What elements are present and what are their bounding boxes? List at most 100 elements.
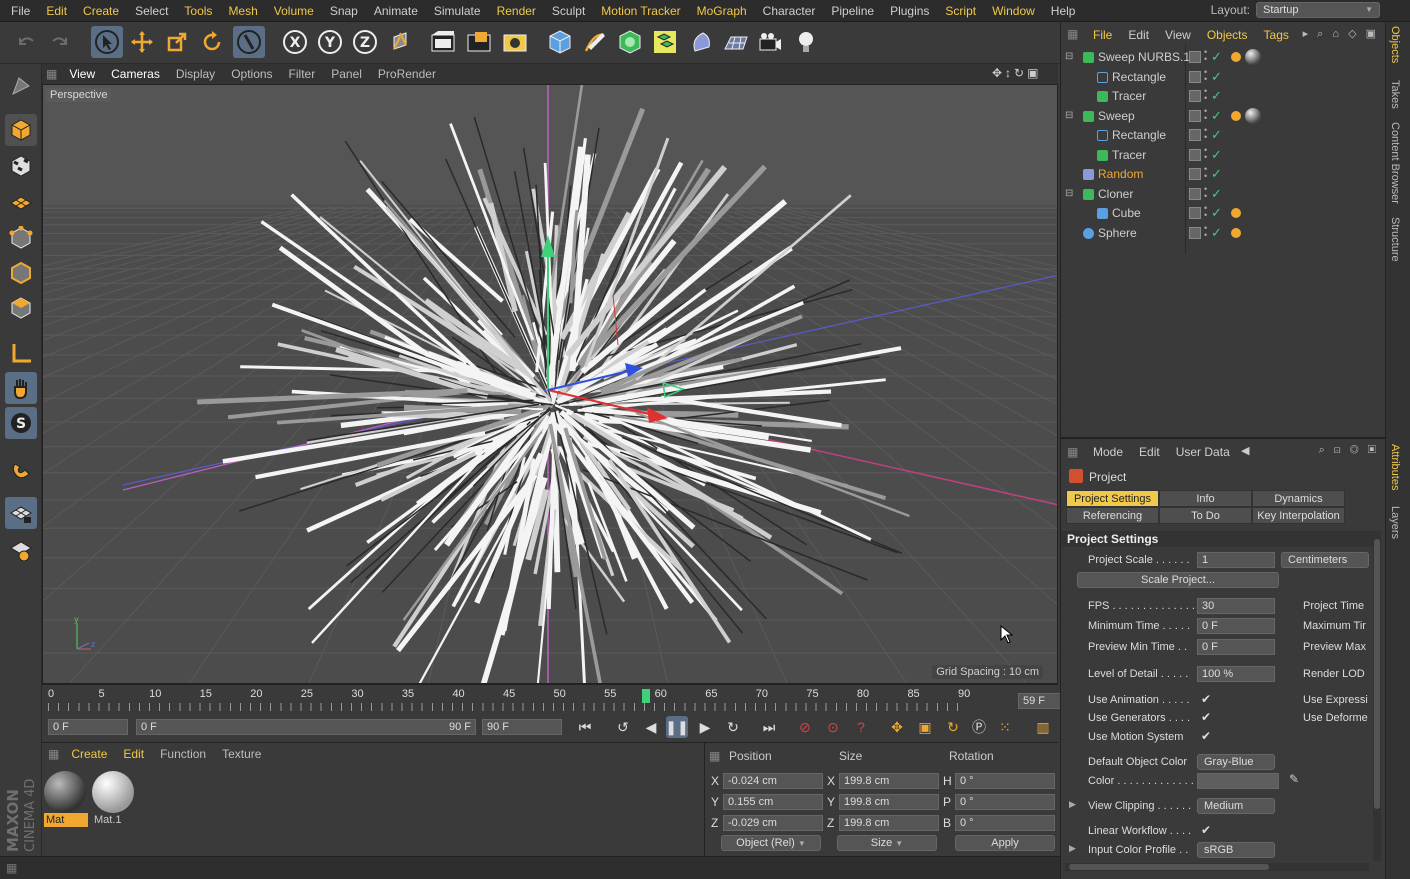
- apply-button[interactable]: Apply: [955, 835, 1055, 851]
- goto-start-icon[interactable]: ⏮: [574, 716, 596, 738]
- menu-create[interactable]: Create: [75, 0, 127, 22]
- tab-dynamics[interactable]: Dynamics: [1252, 490, 1345, 507]
- enabled-check-icon[interactable]: ✓: [1211, 205, 1222, 221]
- pause-icon[interactable]: ❚❚: [665, 716, 689, 738]
- move-tool-icon[interactable]: [126, 26, 158, 58]
- x-axis-lock-icon[interactable]: X: [279, 26, 311, 58]
- material-tag-icon[interactable]: [1245, 107, 1261, 124]
- tab-to-do[interactable]: To Do: [1159, 507, 1252, 524]
- rotation-field[interactable]: 0 °: [955, 815, 1055, 831]
- spline-pen-icon[interactable]: [579, 26, 611, 58]
- layer-icon[interactable]: [1189, 129, 1201, 141]
- keyframe-selection-icon[interactable]: ?: [850, 716, 872, 738]
- menu-sculpt[interactable]: Sculpt: [544, 0, 593, 22]
- tab-project-settings[interactable]: Project Settings: [1066, 490, 1159, 507]
- texture-mode-icon[interactable]: [5, 150, 37, 182]
- layer-icon[interactable]: [1189, 70, 1201, 83]
- menu-character[interactable]: Character: [755, 0, 824, 22]
- visibility-dots-icon[interactable]: • •: [1204, 223, 1207, 239]
- object-menu-file[interactable]: File: [1085, 28, 1120, 42]
- expand-arrow-icon[interactable]: ▶: [1069, 799, 1076, 810]
- object-manager-toolbar-icons[interactable]: ▸ ⌕ ⌂ ◇ ▣: [1303, 27, 1379, 41]
- timeline-ruler[interactable]: 0 5 10 15 20 25 30 35 40 45 50 55 60 65 70 75 80 85 90 59 …: [42, 684, 1098, 713]
- menu-select[interactable]: Select: [127, 0, 176, 22]
- enabled-check-icon[interactable]: ✓: [1211, 69, 1222, 85]
- menu-plugins[interactable]: Plugins: [882, 0, 937, 22]
- tag-icon[interactable]: [1231, 208, 1241, 218]
- visibility-dots-icon[interactable]: • •: [1204, 67, 1207, 83]
- visibility-dots-icon[interactable]: • •: [1204, 48, 1207, 64]
- visibility-dots-icon[interactable]: • •: [1204, 145, 1207, 161]
- goto-next-key-icon[interactable]: ↻: [722, 716, 744, 738]
- enabled-check-icon[interactable]: ✓: [1211, 147, 1222, 163]
- size-field[interactable]: 199.8 cm: [839, 794, 939, 810]
- layer-icon[interactable]: [1189, 90, 1201, 102]
- redo-icon[interactable]: [44, 26, 76, 58]
- size-field[interactable]: 199.8 cm: [839, 815, 939, 831]
- timeline-window-icon[interactable]: ▥: [1032, 716, 1054, 738]
- layer-icon[interactable]: [1189, 109, 1201, 122]
- snapping-icon[interactable]: S: [5, 407, 37, 439]
- render-region-icon[interactable]: [463, 26, 495, 58]
- position-field[interactable]: -0.029 cm: [723, 815, 823, 831]
- eyedropper-icon[interactable]: ✎: [1289, 772, 1299, 786]
- object-row[interactable]: ⊟ Sweep NURBS.1 • • ✓: [1061, 48, 1386, 67]
- material-menu-edit[interactable]: Edit: [115, 747, 152, 761]
- undo-icon[interactable]: [10, 26, 42, 58]
- coordinate-system-icon[interactable]: [385, 26, 417, 58]
- end-frame-field[interactable]: 90 F: [482, 719, 562, 735]
- object-row[interactable]: Rectangle • • ✓: [1061, 67, 1386, 87]
- workplane-mode-icon[interactable]: [5, 185, 37, 217]
- preview-range-slider[interactable]: 0 F 90 F: [136, 719, 476, 735]
- make-editable-icon[interactable]: [5, 70, 37, 102]
- rotate-tool-icon[interactable]: [196, 26, 228, 58]
- collapse-icon[interactable]: ⊟: [1065, 188, 1073, 199]
- tag-icon[interactable]: [1231, 52, 1241, 62]
- menu-render[interactable]: Render: [489, 0, 544, 22]
- use-animation-checkbox[interactable]: ✔: [1201, 692, 1211, 706]
- render-view-icon[interactable]: [427, 26, 459, 58]
- cube-primitive-icon[interactable]: [544, 26, 576, 58]
- minimum-time-field[interactable]: 0 F: [1197, 618, 1275, 634]
- points-mode-icon[interactable]: [5, 222, 37, 254]
- enabled-check-icon[interactable]: ✓: [1211, 225, 1222, 241]
- viewport-menu-cameras[interactable]: Cameras: [103, 67, 168, 81]
- scale-project-button[interactable]: Scale Project...: [1077, 572, 1279, 588]
- attribute-scrollbar[interactable]: [1373, 531, 1381, 861]
- position-field[interactable]: 0.155 cm: [723, 794, 823, 810]
- attribute-menu-user-data[interactable]: User Data: [1168, 445, 1238, 459]
- material-swatch[interactable]: Mat: [44, 771, 88, 827]
- tab-key-interpolation[interactable]: Key Interpolation: [1252, 507, 1345, 524]
- menu-edit[interactable]: Edit: [38, 0, 75, 22]
- scale-tool-icon[interactable]: [161, 26, 193, 58]
- layer-icon[interactable]: [1189, 187, 1201, 200]
- back-arrow-icon[interactable]: ◀: [1241, 444, 1249, 457]
- select-tool-icon[interactable]: [91, 26, 123, 58]
- timeline-scale[interactable]: 0 5 10 15 20 25 30 35 40 45 50 55 60 65 70 75 80 85 90: [48, 685, 970, 713]
- enabled-check-icon[interactable]: ✓: [1211, 127, 1222, 143]
- floor-icon[interactable]: [720, 26, 752, 58]
- menu-mesh[interactable]: Mesh: [220, 0, 265, 22]
- material-menu-function[interactable]: Function: [152, 747, 214, 761]
- menu-motion-tracker[interactable]: Motion Tracker: [593, 0, 688, 22]
- next-frame-icon[interactable]: ▶: [694, 716, 716, 738]
- attribute-hscrollbar[interactable]: [1065, 863, 1369, 871]
- start-frame-field[interactable]: 0 F: [48, 719, 128, 735]
- menu-volume[interactable]: Volume: [266, 0, 322, 22]
- side-tab-attributes[interactable]: Attributes: [1389, 444, 1401, 490]
- material-menu-texture[interactable]: Texture: [214, 747, 269, 761]
- previous-frame-icon[interactable]: ◀: [640, 716, 662, 738]
- size-field[interactable]: 199.8 cm: [839, 773, 939, 789]
- object-row[interactable]: Cube • • ✓: [1061, 204, 1386, 223]
- attribute-toolbar-icons[interactable]: ⌕ ⊡ ◎ ▣: [1319, 444, 1379, 457]
- coordinate-mode-dropdown[interactable]: Object (Rel) ▼: [721, 835, 821, 851]
- object-menu-view[interactable]: View: [1157, 28, 1199, 42]
- object-row[interactable]: ⊟ Sweep • • ✓: [1061, 106, 1386, 126]
- view-clipping-dropdown[interactable]: Medium: [1197, 798, 1275, 814]
- visibility-dots-icon[interactable]: • •: [1204, 204, 1207, 220]
- menu-window[interactable]: Window: [984, 0, 1043, 22]
- subdivision-surface-icon[interactable]: [614, 26, 646, 58]
- expand-arrow-icon[interactable]: ▶: [1069, 843, 1076, 854]
- menu-snap[interactable]: Snap: [322, 0, 366, 22]
- viewport-nav-icons[interactable]: ✥↕↻▣: [992, 66, 1041, 80]
